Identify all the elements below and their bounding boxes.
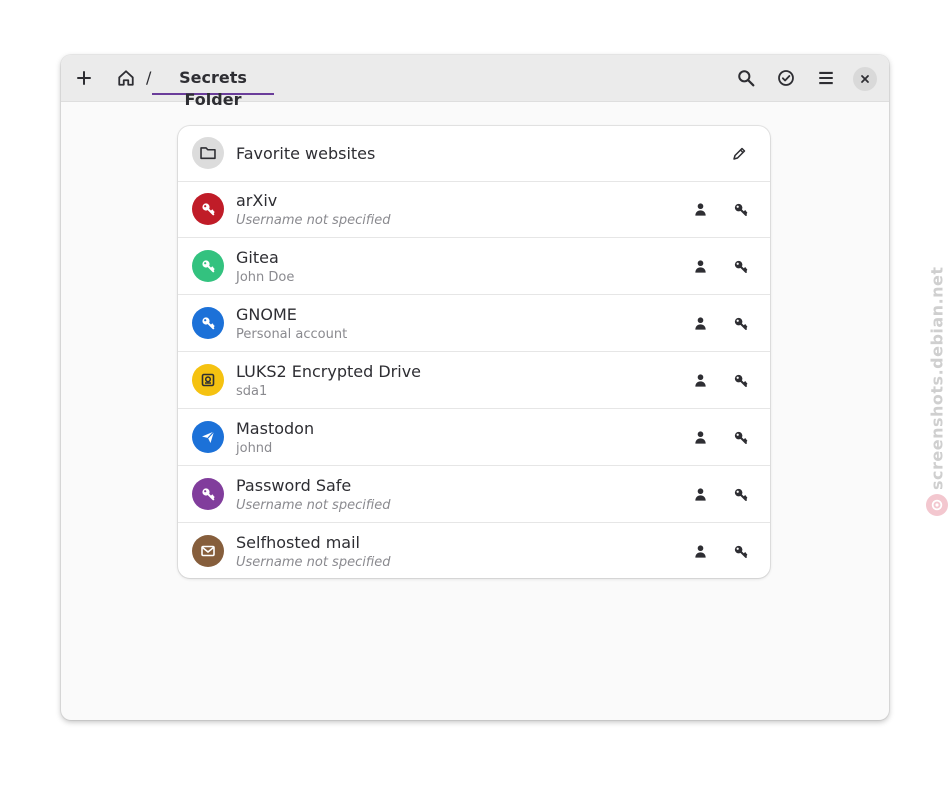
key-icon xyxy=(734,431,747,444)
copy-username-button[interactable] xyxy=(687,538,713,564)
entry-key-icon xyxy=(192,250,224,282)
key-icon xyxy=(734,545,747,558)
person-icon xyxy=(694,316,706,330)
copy-password-button[interactable] xyxy=(727,196,753,222)
breadcrumb-current-folder[interactable]: Secrets Folder xyxy=(152,67,274,109)
copy-username-button[interactable] xyxy=(687,367,713,393)
copy-username-button[interactable] xyxy=(687,424,713,450)
breadcrumb-separator: / xyxy=(146,68,152,87)
copy-password-button[interactable] xyxy=(727,253,753,279)
copy-password-button[interactable] xyxy=(727,310,753,336)
person-icon xyxy=(694,487,706,501)
entry-row[interactable]: Selfhosted mail Username not specified xyxy=(178,523,770,578)
folder-title: Favorite websites xyxy=(236,144,376,163)
key-icon xyxy=(734,317,747,330)
folder-row[interactable]: Favorite websites xyxy=(178,126,770,182)
main-menu-button[interactable] xyxy=(810,62,842,94)
selection-mode-button[interactable] xyxy=(770,62,802,94)
person-icon xyxy=(694,259,706,273)
entry-title: Selfhosted mail xyxy=(236,533,360,552)
copy-username-button[interactable] xyxy=(687,481,713,507)
key-icon xyxy=(734,374,747,387)
entry-send-icon xyxy=(192,421,224,453)
key-icon xyxy=(734,203,747,216)
entry-mail-icon xyxy=(192,535,224,567)
person-icon xyxy=(694,373,706,387)
search-button[interactable] xyxy=(730,62,762,94)
folder-icon xyxy=(192,137,224,169)
entry-row[interactable]: Gitea John Doe xyxy=(178,238,770,295)
copy-password-button[interactable] xyxy=(727,424,753,450)
person-icon xyxy=(694,430,706,444)
watermark: screenshots.debian.net xyxy=(925,266,949,520)
entry-title: GNOME xyxy=(236,305,297,324)
copy-username-button[interactable] xyxy=(687,196,713,222)
person-icon xyxy=(694,202,706,216)
entries-list: Favorite websites arXiv Username not spec… xyxy=(178,126,770,578)
person-icon xyxy=(694,544,706,558)
copy-username-button[interactable] xyxy=(687,310,713,336)
edit-folder-button[interactable] xyxy=(726,141,752,167)
copy-username-button[interactable] xyxy=(687,253,713,279)
close-icon xyxy=(861,75,869,83)
entry-row[interactable]: arXiv Username not specified xyxy=(178,181,770,238)
entry-key-icon xyxy=(192,307,224,339)
entry-subtitle: sda1 xyxy=(236,384,268,399)
copy-password-button[interactable] xyxy=(727,481,753,507)
entry-subtitle: Username not specified xyxy=(236,555,391,570)
copy-password-button[interactable] xyxy=(727,538,753,564)
watermark-text: screenshots.debian.net xyxy=(927,266,947,490)
entry-title: Mastodon xyxy=(236,419,315,438)
new-item-button[interactable] xyxy=(68,62,100,94)
entry-title: Gitea xyxy=(236,248,279,267)
header-bar: / Secrets Folder xyxy=(61,55,889,109)
hamburger-menu-icon xyxy=(819,71,833,85)
entry-title: LUKS2 Encrypted Drive xyxy=(236,362,422,381)
entry-row[interactable]: Password Safe Username not specified xyxy=(178,466,770,523)
copy-password-button[interactable] xyxy=(727,367,753,393)
entry-subtitle: Username not specified xyxy=(236,498,391,513)
close-button[interactable] xyxy=(853,67,877,91)
key-icon xyxy=(734,260,747,273)
check-circle-icon xyxy=(778,70,794,86)
entry-subtitle: Personal account xyxy=(236,327,348,342)
entry-title: Password Safe xyxy=(236,476,352,495)
watermark-logo xyxy=(926,494,948,516)
entry-title: arXiv xyxy=(236,191,278,210)
key-icon xyxy=(734,488,747,501)
app-window: / Secrets Folder Favorite websites arXiv… xyxy=(61,55,889,720)
entry-row[interactable]: LUKS2 Encrypted Drive sda1 xyxy=(178,352,770,409)
entry-drive-icon xyxy=(192,364,224,396)
plus-icon xyxy=(77,71,91,85)
entry-row[interactable]: GNOME Personal account xyxy=(178,295,770,352)
home-icon xyxy=(118,70,134,86)
search-icon xyxy=(738,70,755,87)
pencil-icon xyxy=(733,147,746,160)
entry-subtitle: John Doe xyxy=(236,270,295,285)
entry-key-icon xyxy=(192,193,224,225)
home-button[interactable] xyxy=(113,65,139,91)
entry-row[interactable]: Mastodon johnd xyxy=(178,409,770,466)
entry-key-icon xyxy=(192,478,224,510)
entry-subtitle: Username not specified xyxy=(236,213,391,228)
entry-subtitle: johnd xyxy=(236,441,273,456)
